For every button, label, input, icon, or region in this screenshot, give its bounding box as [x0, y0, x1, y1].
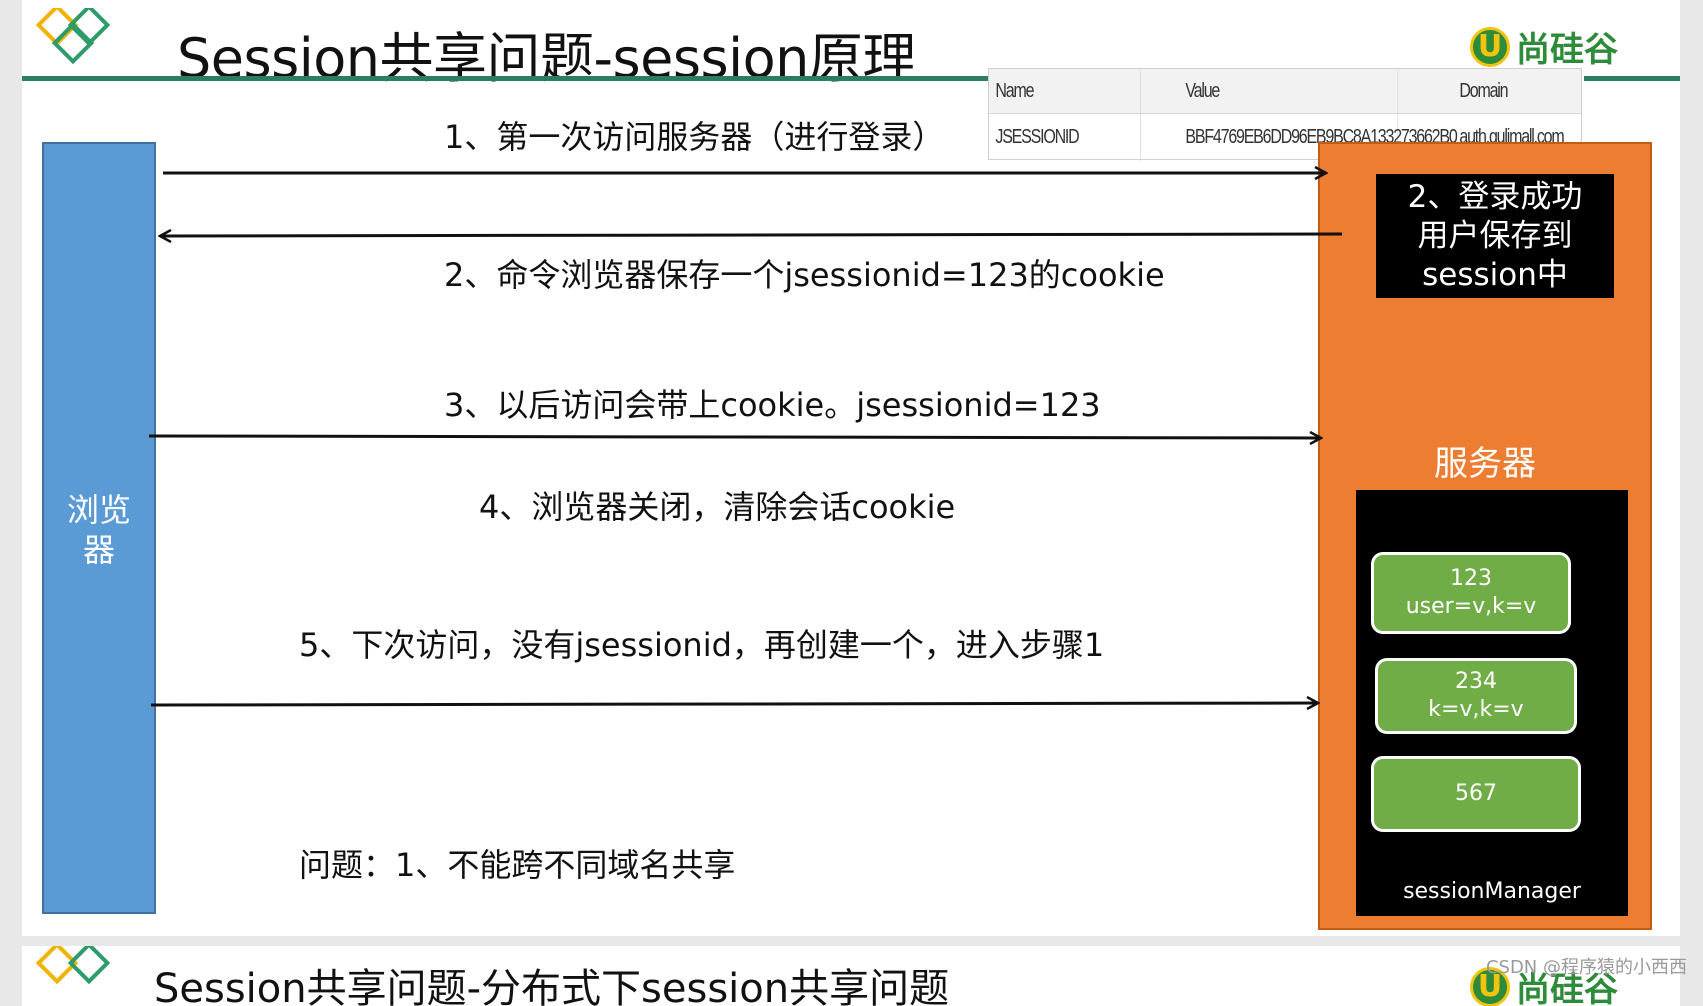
problem-note: 问题：1、不能跨不同域名共享: [299, 840, 735, 886]
message-step1: 1、第一次访问服务器（进行登录）: [444, 112, 944, 158]
next-slide: Session共享问题-分布式下session共享问题 U 尚硅谷: [22, 946, 1680, 1006]
arrow-step2: [160, 234, 1342, 236]
arrow-step5: [151, 703, 1318, 705]
next-slide-title: Session共享问题-分布式下session共享问题: [154, 956, 949, 1006]
message-step5: 5、下次访问，没有jsessionid，再创建一个，进入步骤1: [299, 620, 1104, 666]
watermark: CSDN @程序猿的小西西: [1486, 953, 1687, 979]
arrow-step3: [149, 436, 1321, 438]
message-step3: 3、以后访问会带上cookie。jsessionid=123: [444, 380, 1101, 426]
message-step2: 2、命令浏览器保存一个jsessionid=123的cookie: [444, 250, 1165, 296]
logo-diamonds-icon: [30, 946, 120, 1006]
message-step4: 4、浏览器关闭，清除会话cookie: [479, 482, 955, 528]
